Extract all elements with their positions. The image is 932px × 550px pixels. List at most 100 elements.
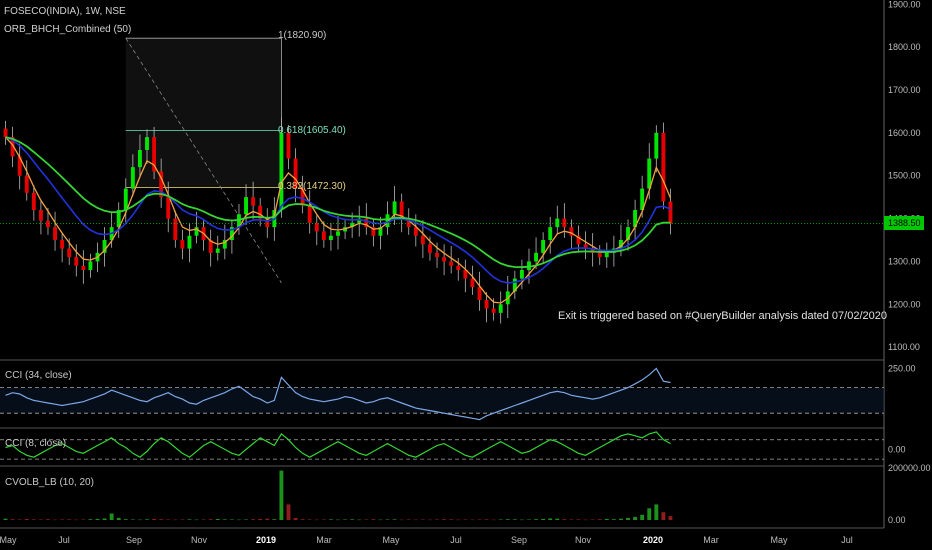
vol-tick-0: 200000.00	[888, 463, 931, 473]
volume-bar-14	[102, 518, 107, 520]
time-tick-2: Sep	[126, 535, 142, 545]
volume-bar-67	[477, 519, 482, 520]
volume-bar-49	[350, 519, 355, 520]
symbol-title: FOSECO(INDIA), 1W, NSE	[4, 6, 126, 17]
candle-body-30	[215, 248, 220, 253]
candle-body-85	[604, 252, 609, 258]
candle-body-19	[137, 150, 142, 168]
time-tick-9: Nov	[575, 535, 592, 545]
volume-bar-44	[314, 519, 319, 521]
candle-body-62	[442, 257, 447, 262]
volume-bar-87	[619, 518, 623, 520]
volume-bar-34	[244, 519, 248, 520]
volume-bar-26	[187, 519, 192, 520]
volume-bar-36	[258, 518, 263, 520]
volume-bar-62	[442, 519, 447, 520]
time-tick-12: May	[770, 535, 788, 545]
volume-bar-93	[661, 512, 666, 520]
volume-bar-20	[145, 519, 149, 520]
volume-bar-76	[541, 518, 546, 520]
volume-bar-2	[17, 519, 22, 520]
volume-bar-85	[604, 518, 609, 520]
volume-bar-88	[626, 517, 630, 520]
volume-bar-22	[159, 519, 164, 520]
price-tick-6: 1700.00	[888, 85, 921, 95]
candle-body-34	[244, 197, 248, 215]
volume-bar-19	[137, 519, 142, 521]
candle-body-23	[166, 197, 171, 219]
price-tick-5: 1600.00	[888, 128, 921, 138]
candle-body-94	[668, 201, 673, 224]
time-tick-10: 2020	[643, 535, 663, 545]
time-tick-0: May	[0, 535, 17, 545]
candle-body-7	[53, 227, 57, 240]
candle-body-20	[145, 137, 149, 150]
volume-bar-65	[463, 519, 468, 520]
candle-body-24	[173, 218, 178, 240]
volume-bar-42	[300, 519, 305, 520]
candle-body-18	[130, 167, 135, 189]
candle-body-92	[654, 132, 659, 159]
candle-body-47	[336, 231, 340, 236]
volume-bar-33	[237, 519, 241, 521]
time-tick-6: May	[382, 535, 400, 545]
volume-bar-23	[166, 519, 171, 520]
candle-body-27	[194, 227, 199, 236]
volume-bar-5	[38, 519, 43, 520]
volume-bar-37	[265, 518, 270, 520]
volume-bar-89	[633, 516, 638, 520]
candle-body-8	[60, 240, 65, 249]
volume-bar-38	[272, 519, 277, 520]
volume-bar-55	[392, 519, 397, 520]
candle-body-6	[46, 220, 50, 228]
volume-bar-71	[505, 519, 510, 520]
volume-bar-78	[555, 518, 560, 520]
volume-bar-52	[371, 519, 376, 520]
volume-bar-64	[456, 519, 461, 521]
volume-bar-12	[88, 519, 93, 520]
volume-bar-59	[420, 519, 425, 520]
candle-body-10	[74, 257, 79, 266]
volume-bar-10	[74, 519, 79, 521]
volume-bar-82	[583, 519, 588, 521]
candle-body-0	[3, 128, 8, 138]
cci2-tick-0: 0.00	[888, 444, 906, 454]
volume-bar-16	[116, 517, 121, 520]
volume-bar-6	[46, 519, 50, 520]
volume-bar-90	[640, 514, 645, 520]
volume-bar-28	[201, 519, 206, 520]
volume-bar-50	[357, 519, 362, 521]
volume-bar-60	[428, 519, 432, 521]
price-tick-7: 1800.00	[888, 42, 921, 52]
volume-bar-56	[399, 519, 404, 521]
volume-bar-31	[222, 519, 227, 520]
candle-body-9	[67, 248, 72, 258]
candle-body-39	[279, 132, 284, 210]
volume-bar-94	[668, 516, 673, 520]
volume-bar-45	[321, 519, 326, 520]
candle-body-76	[541, 240, 546, 253]
current-price-value: 1388.50	[888, 218, 921, 228]
volume-bar-13	[95, 518, 100, 520]
time-tick-11: Mar	[703, 535, 719, 545]
volume-bar-15	[109, 513, 114, 520]
price-tick-2: 1300.00	[888, 256, 921, 266]
volume-bar-69	[491, 519, 496, 521]
indicator-title: ORB_BHCH_Combined (50)	[4, 24, 132, 35]
candle-body-46	[328, 235, 333, 240]
volume-bar-4	[31, 519, 36, 520]
volume-bar-35	[251, 519, 256, 520]
candle-body-93	[661, 132, 666, 202]
chart-canvas: 1100.001200.001300.001400.001500.001600.…	[0, 0, 932, 550]
candle-body-40	[286, 132, 291, 159]
volume-bar-7	[53, 519, 57, 521]
candle-body-66	[470, 278, 475, 288]
volume-bar-80	[569, 519, 574, 520]
time-tick-3: Nov	[191, 535, 208, 545]
volume-bar-72	[512, 519, 517, 520]
price-tick-8: 1900.00	[888, 0, 921, 9]
volume-bar-61	[435, 519, 439, 520]
candle-body-78	[555, 218, 560, 228]
vol-label: CVOLB_LB (10, 20)	[5, 477, 94, 488]
volume-bar-32	[229, 519, 234, 520]
